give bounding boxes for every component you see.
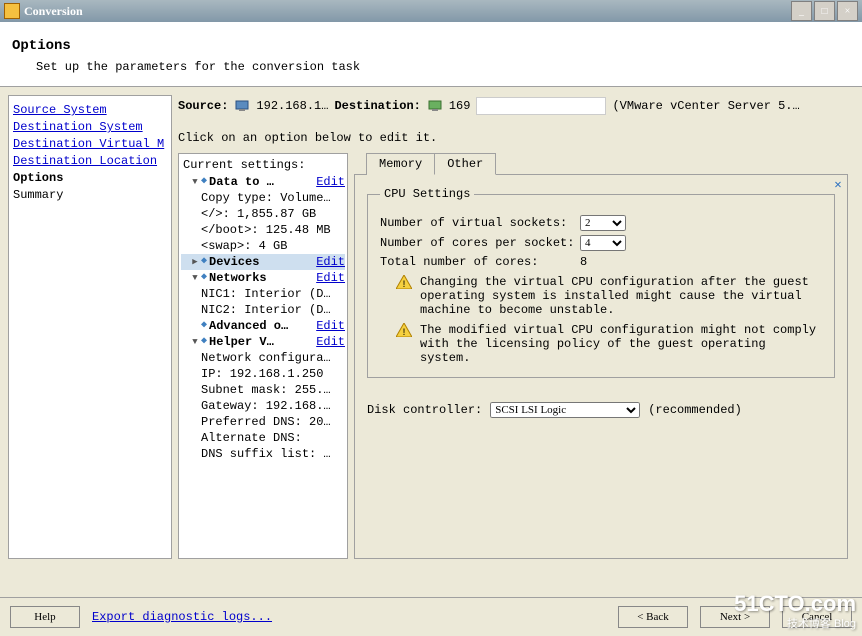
step-destination-vm[interactable]: Destination Virtual M: [13, 136, 167, 153]
app-icon: [4, 3, 20, 19]
wizard-body: Source System Destination System Destina…: [0, 87, 862, 567]
cpu-warning-1: ! Changing the virtual CPU configuration…: [396, 275, 822, 317]
edit-link[interactable]: Edit: [316, 254, 345, 270]
edit-link[interactable]: Edit: [316, 270, 345, 286]
dest-icon: [427, 98, 443, 114]
page-subtitle: Set up the parameters for the conversion…: [36, 60, 850, 74]
close-icon[interactable]: ✕: [831, 177, 845, 191]
tree-copy-type: Copy type: Volume…: [181, 190, 345, 206]
tree-dns2: Alternate DNS:: [181, 430, 345, 446]
options-pane: Source: 192.168.1… Destination: 169 (VMw…: [172, 95, 854, 559]
source-label: Source:: [178, 99, 228, 113]
export-logs-link[interactable]: Export diagnostic logs...: [92, 610, 272, 624]
edit-link[interactable]: Edit: [316, 318, 345, 334]
wizard-steps: Source System Destination System Destina…: [8, 95, 172, 559]
bullet-icon: ◆: [201, 318, 209, 334]
close-button[interactable]: ×: [837, 1, 858, 21]
disk-controller-select[interactable]: SCSI LSI Logic: [490, 402, 640, 418]
tab-other-body: ✕ CPU Settings Number of virtual sockets…: [354, 174, 848, 559]
source-dest-bar: Source: 192.168.1… Destination: 169 (VMw…: [178, 95, 848, 117]
back-button[interactable]: < Back: [618, 606, 688, 628]
tree-net-config: Network configura…: [181, 350, 345, 366]
wizard-header: Options Set up the parameters for the co…: [0, 22, 862, 87]
edit-link[interactable]: Edit: [316, 174, 345, 190]
cpu-warning-2: ! The modified virtual CPU configuration…: [396, 323, 822, 365]
wizard-footer: Help Export diagnostic logs... < Back Ne…: [0, 597, 862, 636]
tree-nic2: NIC2: Interior (D…: [181, 302, 345, 318]
cpu-settings-group: CPU Settings Number of virtual sockets: …: [367, 187, 835, 378]
tree-swap-size: <swap>: 4 GB: [181, 238, 345, 254]
tree-networks[interactable]: ▼ ◆ Networks Edit: [181, 270, 345, 286]
edit-link[interactable]: Edit: [316, 334, 345, 350]
dest-label: Destination:: [334, 99, 420, 113]
disk-controller-hint: (recommended): [648, 403, 742, 417]
tree-ip: IP: 192.168.1.250: [181, 366, 345, 382]
dest-value: 169: [449, 99, 471, 113]
tree-nic1: NIC1: Interior (D…: [181, 286, 345, 302]
caret-down-icon: ▼: [189, 270, 201, 286]
step-options[interactable]: Options: [13, 170, 167, 187]
tree-devices[interactable]: ▶ ◆ Devices Edit: [181, 254, 345, 270]
source-icon: [234, 98, 250, 114]
disk-controller-label: Disk controller:: [367, 403, 482, 417]
total-cores-value: 8: [580, 255, 587, 269]
device-tabs: Memory Other: [366, 153, 848, 175]
step-destination-location[interactable]: Destination Location: [13, 153, 167, 170]
cores-label: Number of cores per socket:: [380, 236, 580, 250]
help-button[interactable]: Help: [10, 606, 80, 628]
svg-text:!: !: [401, 280, 407, 289]
step-destination-system[interactable]: Destination System: [13, 119, 167, 136]
dest-host-field[interactable]: [476, 97, 606, 115]
maximize-button[interactable]: □: [814, 1, 835, 21]
cores-select[interactable]: 4: [580, 235, 626, 251]
warning-icon: !: [396, 323, 412, 337]
tree-gateway: Gateway: 192.168.…: [181, 398, 345, 414]
tree-boot-size: </boot>: 125.48 MB: [181, 222, 345, 238]
settings-tree: Current settings: ▼ ◆ Data to … Edit Cop…: [178, 153, 348, 559]
instruction-text: Click on an option below to edit it.: [178, 131, 848, 145]
warning-icon: !: [396, 275, 412, 289]
step-summary[interactable]: Summary: [13, 187, 167, 204]
tree-dns1: Preferred DNS: 20…: [181, 414, 345, 430]
caret-down-icon: ▼: [189, 334, 201, 350]
tree-data-to-copy[interactable]: ▼ ◆ Data to … Edit: [181, 174, 345, 190]
total-cores-label: Total number of cores:: [380, 255, 580, 269]
dest-suffix: (VMware vCenter Server 5.…: [612, 99, 799, 113]
window-controls: _ □ ×: [791, 1, 858, 21]
next-button[interactable]: Next >: [700, 606, 770, 628]
detail-panel: Memory Other ✕ CPU Settings Number of vi…: [354, 153, 848, 559]
bullet-icon: ◆: [201, 270, 209, 286]
bullet-icon: ◆: [201, 334, 209, 350]
tree-advanced[interactable]: ◆ Advanced o… Edit: [181, 318, 345, 334]
page-title: Options: [12, 38, 850, 54]
sockets-select[interactable]: 2: [580, 215, 626, 231]
sockets-label: Number of virtual sockets:: [380, 216, 580, 230]
tree-title: Current settings:: [181, 158, 345, 172]
tree-subnet: Subnet mask: 255.…: [181, 382, 345, 398]
source-value: 192.168.1…: [256, 99, 328, 113]
tree-root-size: </>: 1,855.87 GB: [181, 206, 345, 222]
tab-other[interactable]: Other: [434, 153, 496, 175]
caret-down-icon: ▼: [189, 174, 201, 190]
titlebar: Conversion _ □ ×: [0, 0, 862, 22]
tree-helper-vm[interactable]: ▼ ◆ Helper V… Edit: [181, 334, 345, 350]
window-title: Conversion: [24, 4, 791, 19]
settings-split: Current settings: ▼ ◆ Data to … Edit Cop…: [178, 153, 848, 559]
minimize-button[interactable]: _: [791, 1, 812, 21]
cpu-legend: CPU Settings: [380, 187, 474, 201]
cancel-button[interactable]: Cancel: [782, 606, 852, 628]
caret-right-icon: ▶: [189, 254, 201, 270]
tree-dns-suffix: DNS suffix list: …: [181, 446, 345, 462]
step-source-system[interactable]: Source System: [13, 102, 167, 119]
disk-controller-row: Disk controller: SCSI LSI Logic (recomme…: [367, 402, 835, 418]
svg-text:!: !: [401, 328, 407, 337]
bullet-icon: ◆: [201, 254, 209, 270]
bullet-icon: ◆: [201, 174, 209, 190]
tab-memory[interactable]: Memory: [366, 153, 435, 175]
